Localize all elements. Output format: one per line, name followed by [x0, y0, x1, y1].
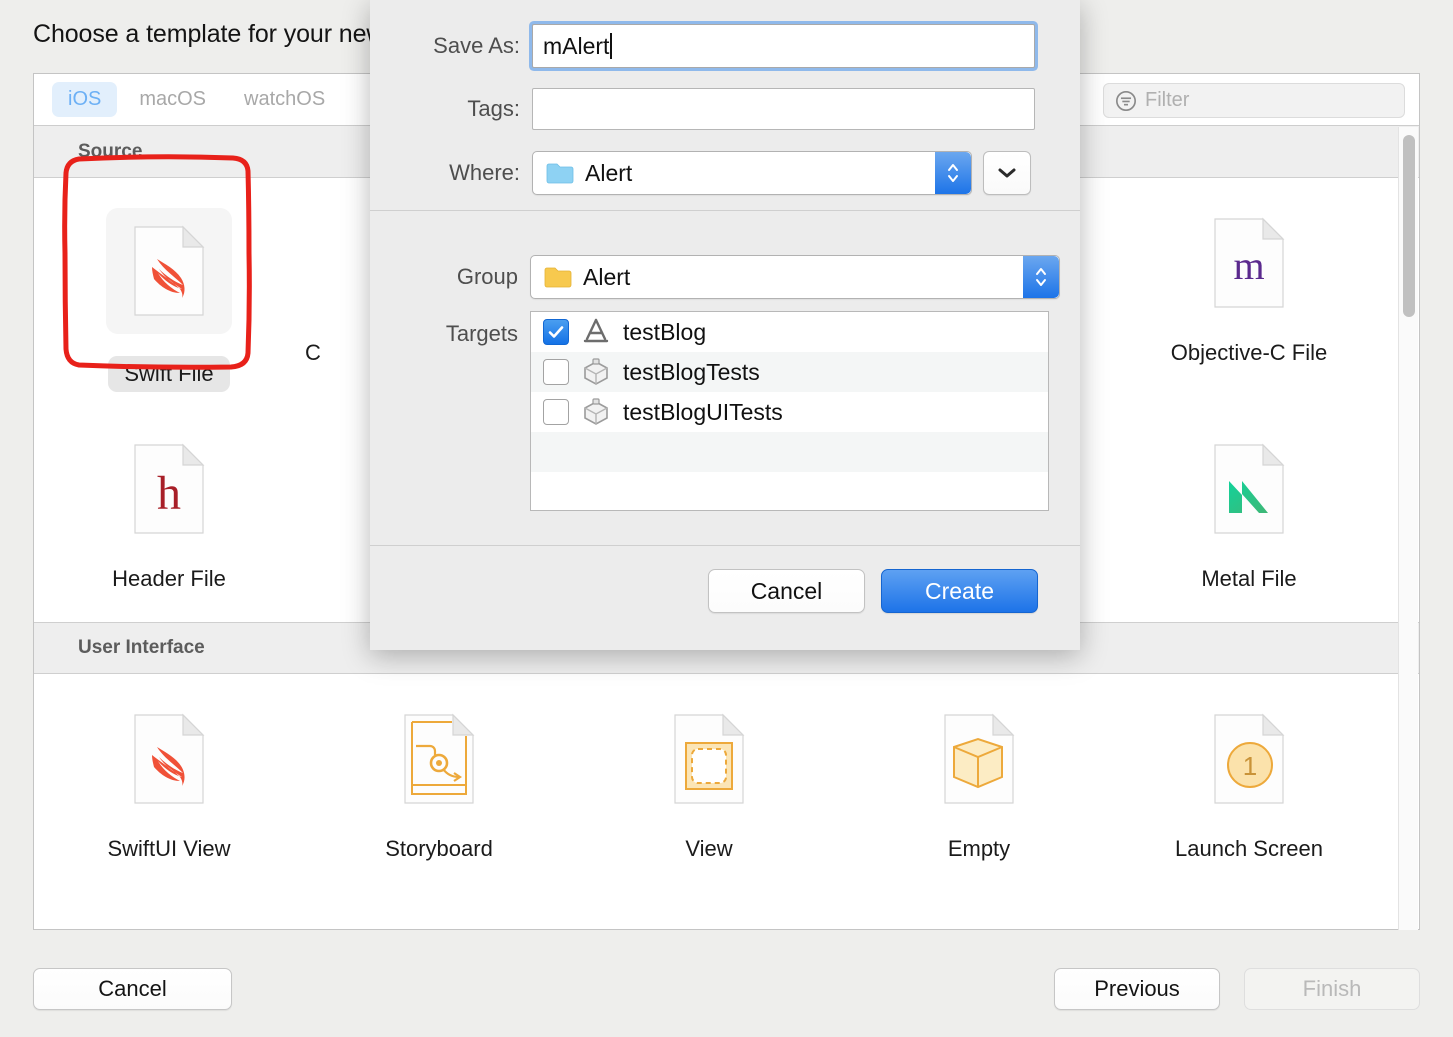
target-name: testBlog [623, 318, 707, 345]
template-item-label: Empty [947, 836, 1011, 861]
template-item-empty[interactable]: Empty [844, 704, 1114, 862]
group-value: Alert [583, 263, 631, 290]
targets-row: Targets testBlog testBlogTests testBlogU… [370, 311, 1049, 511]
stepper-chevrons-icon [948, 164, 958, 182]
tags-row: Tags: [370, 88, 1035, 130]
target-checkbox[interactable] [543, 359, 569, 385]
targets-empty-row [531, 432, 1048, 472]
table-row[interactable]: testBlogUITests [531, 392, 1048, 432]
cancel-button[interactable]: Cancel [33, 968, 232, 1010]
template-item-launch-screen[interactable]: 1 Launch Screen [1114, 704, 1384, 862]
yellow-folder-icon [544, 267, 572, 288]
template-item-label: Objective-C File [1170, 340, 1328, 365]
save-sheet-top: Save As: mAlert Tags: Where: Alert [370, 0, 1080, 210]
test-bundle-icon [584, 358, 608, 385]
template-item-label: Swift File [108, 356, 230, 392]
where-expand-button[interactable] [983, 151, 1031, 195]
filter-icon [1116, 90, 1136, 111]
template-item-label: Launch Screen [1175, 836, 1323, 861]
sheet-button-bar: Cancel Create [370, 546, 1080, 650]
svg-text:1: 1 [1243, 751, 1257, 781]
checkmark-icon [548, 326, 564, 338]
targets-empty-row [531, 472, 1048, 510]
tags-label: Tags: [467, 96, 520, 121]
template-item-label: SwiftUI View [107, 836, 231, 861]
blue-folder-icon [546, 163, 574, 184]
group-label: Group [456, 264, 518, 289]
save-as-sheet: Save As: mAlert Tags: Where: Alert Group… [370, 0, 1080, 650]
target-checkbox[interactable] [543, 399, 569, 425]
empty-icon [929, 704, 1029, 814]
filter-placeholder: Filter [1145, 89, 1190, 111]
targets-list[interactable]: testBlog testBlogTests testBlogUITests [530, 311, 1049, 511]
sheet-create-button[interactable]: Create [881, 569, 1038, 613]
template-item-swiftui-view[interactable]: SwiftUI View [34, 704, 304, 862]
app-target-icon [583, 318, 609, 343]
template-scrollbar[interactable] [1398, 127, 1418, 930]
save-as-row: Save As: mAlert [370, 24, 1035, 68]
template-item-label: View [685, 836, 733, 861]
text-caret [610, 33, 613, 59]
view-icon [659, 704, 759, 814]
previous-button[interactable]: Previous [1054, 968, 1220, 1010]
target-checkbox[interactable] [543, 319, 569, 345]
targets-label: Targets [445, 321, 518, 346]
save-as-input[interactable]: mAlert [532, 24, 1035, 68]
group-row: Group Alert [370, 255, 1060, 299]
svg-text:m: m [1233, 243, 1264, 288]
template-item-metal-file[interactable]: Metal File [1114, 434, 1384, 592]
where-value: Alert [585, 159, 633, 186]
template-item-label: Storyboard [385, 836, 493, 861]
filter-input[interactable]: Filter [1103, 83, 1405, 118]
sheet-cancel-button[interactable]: Cancel [708, 569, 865, 613]
metal-file-icon [1199, 434, 1299, 544]
tags-input[interactable] [532, 88, 1035, 130]
group-stepper[interactable] [1023, 256, 1059, 298]
template-item-storyboard[interactable]: Storyboard [304, 704, 574, 862]
table-row[interactable]: testBlogTests [531, 352, 1048, 392]
target-name: testBlogTests [623, 358, 760, 385]
swift-file-icon [106, 208, 232, 334]
chevron-down-icon [998, 168, 1016, 178]
template-item-view[interactable]: View [574, 704, 844, 862]
finish-button: Finish [1244, 968, 1420, 1010]
scrollbar-thumb[interactable] [1403, 135, 1415, 317]
template-item-objective-c-file[interactable]: m Objective-C File [1114, 208, 1384, 366]
template-item-label: Header File [112, 566, 226, 591]
tab-ios[interactable]: iOS [52, 82, 118, 117]
target-name: testBlogUITests [623, 398, 783, 425]
storyboard-icon [389, 704, 489, 814]
save-as-value: mAlert [543, 32, 610, 59]
where-row: Where: Alert [370, 151, 1031, 195]
template-item-swift-file[interactable]: Swift File [34, 208, 304, 392]
where-popup-button[interactable]: Alert [532, 151, 972, 195]
header-file-icon: h [119, 434, 219, 544]
tab-macos[interactable]: macOS [123, 82, 222, 117]
template-item-label: C [305, 340, 321, 365]
where-label: Where: [449, 160, 520, 185]
where-stepper[interactable] [935, 152, 971, 194]
swiftui-view-icon [119, 704, 219, 814]
test-bundle-icon [584, 398, 608, 425]
launch-screen-icon: 1 [1199, 704, 1299, 814]
template-grid-user-interface: SwiftUI View Storyboard View Empty 1 Lau… [34, 674, 1419, 862]
save-sheet-accessory: Group Alert Targets testBlog testBlogTes… [370, 211, 1080, 545]
table-row[interactable]: testBlog [531, 312, 1048, 352]
objective-c-file-icon: m [1199, 208, 1299, 318]
stepper-chevrons-icon [1036, 268, 1046, 286]
svg-text:h: h [157, 467, 181, 520]
tab-watchos[interactable]: watchOS [228, 82, 341, 117]
group-popup-button[interactable]: Alert [530, 255, 1060, 299]
template-item-header-file[interactable]: h Header File [34, 434, 304, 592]
template-item-label: Metal File [1201, 566, 1297, 591]
save-as-label: Save As: [433, 33, 520, 58]
